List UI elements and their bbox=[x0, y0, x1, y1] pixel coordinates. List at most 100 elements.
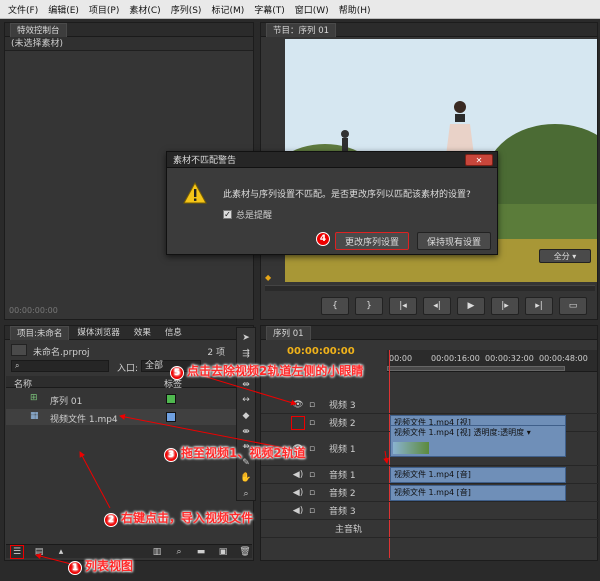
mark-out-button[interactable]: } bbox=[355, 297, 383, 315]
menu-project[interactable]: 项目(P) bbox=[89, 3, 119, 16]
work-area-bar[interactable] bbox=[387, 366, 565, 371]
speaker-icon[interactable]: ◀) bbox=[291, 486, 305, 500]
menu-window[interactable]: 窗口(W) bbox=[295, 3, 329, 16]
program-in-marker: ◆ bbox=[265, 273, 272, 282]
lift-button[interactable]: ▭ bbox=[559, 297, 587, 315]
hand-tool-icon[interactable]: ✋ bbox=[239, 472, 253, 485]
speaker-icon[interactable]: ◀) bbox=[291, 468, 305, 482]
automate-icon[interactable]: ▥ bbox=[150, 545, 164, 559]
delete-icon[interactable]: 🗑 bbox=[238, 545, 252, 559]
tab-media-browser[interactable]: 媒体浏览器 bbox=[71, 326, 126, 340]
speaker-icon[interactable]: ◀) bbox=[291, 504, 305, 518]
zoom-tool-icon[interactable]: ⌕ bbox=[239, 487, 253, 500]
audio-clip[interactable]: 视频文件 1.mp4 [音] bbox=[390, 484, 566, 501]
menu-title[interactable]: 字幕(T) bbox=[254, 3, 285, 16]
menu-sequence[interactable]: 序列(S) bbox=[171, 3, 202, 16]
lock-icon[interactable]: ▫ bbox=[305, 398, 319, 412]
transport-controls: { } |◂ ◂| ▶ |▸ ▸| ▭ bbox=[321, 297, 587, 315]
track-name: 主音轨 bbox=[335, 525, 363, 535]
track-name: 视频 3 bbox=[329, 401, 356, 411]
always-remind-label: 总是提醒 bbox=[236, 211, 273, 221]
list-item[interactable]: ▦ 视频文件 1.mp4 bbox=[6, 409, 252, 425]
rolling-edit-tool-icon[interactable]: ⇹ bbox=[239, 379, 253, 392]
tab-project[interactable]: 项目:未命名 bbox=[10, 325, 70, 340]
video-clip[interactable]: 视频文件 1.mp4 [视] 透明度:透明度 ▾ bbox=[390, 424, 566, 457]
step-back-button[interactable]: ◂| bbox=[423, 297, 451, 315]
lock-icon[interactable]: ▫ bbox=[305, 468, 319, 482]
label-color-swatch bbox=[166, 394, 176, 404]
time-ruler[interactable]: 00:00 00:00:16:00 00:00:32:00 00:00:48:0… bbox=[387, 350, 597, 372]
lock-icon[interactable]: ▫ bbox=[305, 416, 319, 430]
tab-info[interactable]: 信息 bbox=[159, 326, 188, 340]
project-name: 未命名.prproj bbox=[33, 348, 90, 358]
new-item-icon[interactable]: ▣ bbox=[216, 545, 230, 559]
menu-edit[interactable]: 编辑(E) bbox=[48, 3, 79, 16]
menu-clip[interactable]: 素材(C) bbox=[129, 3, 160, 16]
lock-icon[interactable]: ▫ bbox=[305, 442, 319, 456]
new-bin-icon[interactable]: ▬ bbox=[194, 545, 208, 559]
eye-icon[interactable] bbox=[291, 415, 305, 430]
annotation-2: 2 右键点击，导入视频文件 bbox=[104, 509, 253, 527]
ruler-label: 00:00:48:00 bbox=[539, 354, 588, 363]
column-name-header[interactable]: 名称 bbox=[14, 377, 32, 390]
rate-stretch-tool-icon[interactable]: ↔ bbox=[239, 394, 253, 407]
slip-tool-icon[interactable]: ⇼ bbox=[239, 425, 253, 438]
dialog-close-button[interactable]: ✕ bbox=[465, 154, 493, 166]
project-search-input[interactable]: ⌕ bbox=[11, 360, 109, 372]
annotation-5: 5 点击去除视频2轨道左侧的小眼睛 bbox=[170, 362, 363, 380]
step-forward-button[interactable]: |▸ bbox=[491, 297, 519, 315]
tab-program[interactable]: 节目：序列 01 bbox=[266, 22, 337, 37]
label-color-swatch bbox=[166, 412, 176, 422]
list-item[interactable]: ⊞ 序列 01 bbox=[6, 391, 252, 407]
audio-clip[interactable]: 视频文件 1.mp4 [音] bbox=[390, 466, 566, 483]
track-row: 主音轨 bbox=[261, 520, 599, 538]
menu-file[interactable]: 文件(F) bbox=[8, 3, 38, 16]
ruler-label: 00:00 bbox=[389, 354, 413, 363]
fit-dropdown[interactable]: 全分 ▾ bbox=[539, 249, 591, 263]
go-to-out-button[interactable]: ▸| bbox=[525, 297, 553, 315]
menu-marker[interactable]: 标记(M) bbox=[211, 3, 244, 16]
effects-timecode: 00:00:00:00 bbox=[9, 306, 58, 315]
search-icon: ⌕ bbox=[15, 361, 20, 370]
tab-effects[interactable]: 效果 bbox=[128, 326, 157, 340]
go-to-in-button[interactable]: |◂ bbox=[389, 297, 417, 315]
change-sequence-settings-button[interactable]: 更改序列设置 bbox=[335, 232, 409, 250]
track-name: 视频 1 bbox=[329, 445, 356, 455]
track-row: 👁 ▫ 视频 3 bbox=[261, 396, 599, 414]
tab-sequence[interactable]: 序列 01 bbox=[266, 325, 311, 340]
annotation-3: 3 拖至视频1、视频2轨道 bbox=[164, 444, 306, 462]
dialog-message: 此素材与序列设置不匹配。是否更改序列以匹配该素材的设置? bbox=[223, 190, 471, 200]
track-name: 视频 2 bbox=[329, 419, 356, 429]
annotation-1: 1 列表视图 bbox=[68, 557, 133, 575]
list-view-icon[interactable]: ☰ bbox=[10, 544, 24, 559]
lock-icon[interactable]: ▫ bbox=[305, 486, 319, 500]
menu-bar: 文件(F) 编辑(E) 项目(P) 素材(C) 序列(S) 标记(M) 字幕(T… bbox=[0, 0, 600, 19]
project-thumbnail bbox=[11, 344, 27, 356]
lock-icon[interactable]: ▫ bbox=[305, 504, 319, 518]
track-name: 音频 1 bbox=[329, 471, 356, 481]
item-name: 视频文件 1.mp4 bbox=[50, 415, 118, 425]
selection-tool-icon[interactable]: ➤ bbox=[239, 332, 253, 345]
timeline-panel: 序列 01 00:00:00:00 00:00 00:00:16:00 00:0… bbox=[260, 325, 599, 561]
track-row: ◀) ▫ 音频 3 bbox=[261, 502, 599, 520]
item-count: 2 项 bbox=[207, 348, 225, 358]
ruler-label: 00:00:32:00 bbox=[485, 354, 534, 363]
find-icon[interactable]: ⌕ bbox=[172, 545, 186, 559]
razor-tool-icon[interactable]: ◆ bbox=[239, 410, 253, 423]
tools-panel: ➤ ⇶ ✥ ⇹ ↔ ◆ ⇼ ⇻ ✎ ✋ ⌕ bbox=[236, 327, 256, 501]
program-scrubber[interactable] bbox=[265, 285, 595, 291]
mark-in-button[interactable]: { bbox=[321, 297, 349, 315]
clip-thumbnail bbox=[393, 441, 429, 454]
warning-icon bbox=[183, 182, 207, 204]
eye-icon[interactable]: 👁 bbox=[291, 398, 305, 412]
always-remind-checkbox[interactable]: ✓ bbox=[223, 210, 232, 219]
zoom-slider-icon[interactable]: ▴ bbox=[54, 545, 68, 559]
inlet-label: 入口: bbox=[117, 364, 139, 374]
tab-effects-control[interactable]: 特效控制台 bbox=[10, 22, 67, 37]
play-button[interactable]: ▶ bbox=[457, 297, 485, 315]
menu-help[interactable]: 帮助(H) bbox=[339, 3, 371, 16]
track-select-tool-icon[interactable]: ⇶ bbox=[239, 348, 253, 361]
keep-settings-button[interactable]: 保持现有设置 bbox=[417, 232, 491, 250]
item-name: 序列 01 bbox=[50, 397, 83, 407]
icon-view-icon[interactable]: ▤ bbox=[32, 545, 46, 559]
